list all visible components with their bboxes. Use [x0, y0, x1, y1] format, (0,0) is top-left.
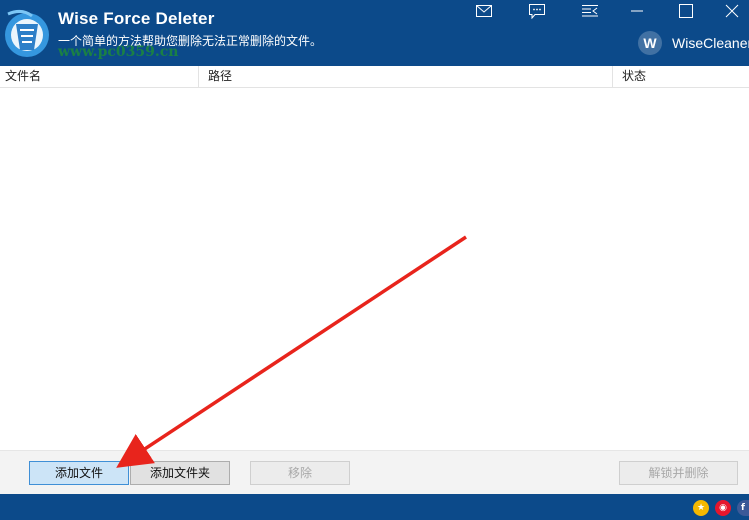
unlock-delete-button[interactable]: 解锁并删除	[619, 461, 738, 485]
remove-button[interactable]: 移除	[250, 461, 350, 485]
action-bar: 添加文件 添加文件夹 移除 解锁并删除	[0, 450, 749, 494]
status-bar: ★ ◉ f	[0, 494, 749, 520]
add-file-button[interactable]: 添加文件	[29, 461, 129, 485]
column-divider[interactable]	[612, 66, 613, 88]
weibo-icon[interactable]: ◉	[715, 500, 731, 516]
mail-icon[interactable]	[467, 0, 501, 22]
column-header-filename[interactable]: 文件名	[0, 66, 198, 88]
brand-link[interactable]: W WiseCleaner	[638, 31, 749, 55]
column-header-status[interactable]: 状态	[617, 66, 747, 88]
app-logo-icon	[5, 9, 49, 57]
watermark-text: www.pc0359.cn	[58, 44, 179, 60]
file-list-header: 文件名 路径 状态	[0, 66, 749, 88]
column-divider[interactable]	[198, 66, 199, 88]
close-icon[interactable]	[715, 0, 749, 22]
app-title: Wise Force Deleter	[58, 9, 215, 28]
brand-name: WiseCleaner	[672, 35, 749, 51]
column-header-path[interactable]: 路径	[203, 66, 611, 88]
menu-icon[interactable]	[573, 0, 607, 22]
feedback-icon[interactable]	[520, 0, 554, 22]
add-folder-button[interactable]: 添加文件夹	[130, 461, 230, 485]
facebook-icon[interactable]: f	[737, 500, 749, 516]
file-list[interactable]	[0, 88, 749, 450]
like-icon[interactable]: ★	[693, 500, 709, 516]
maximize-icon[interactable]	[669, 0, 703, 22]
wisecleaner-logo-icon: W	[638, 31, 662, 55]
minimize-icon[interactable]	[620, 0, 654, 22]
title-bar: Wise Force Deleter 一个简单的方法帮助您删除无法正常删除的文件…	[0, 0, 749, 66]
